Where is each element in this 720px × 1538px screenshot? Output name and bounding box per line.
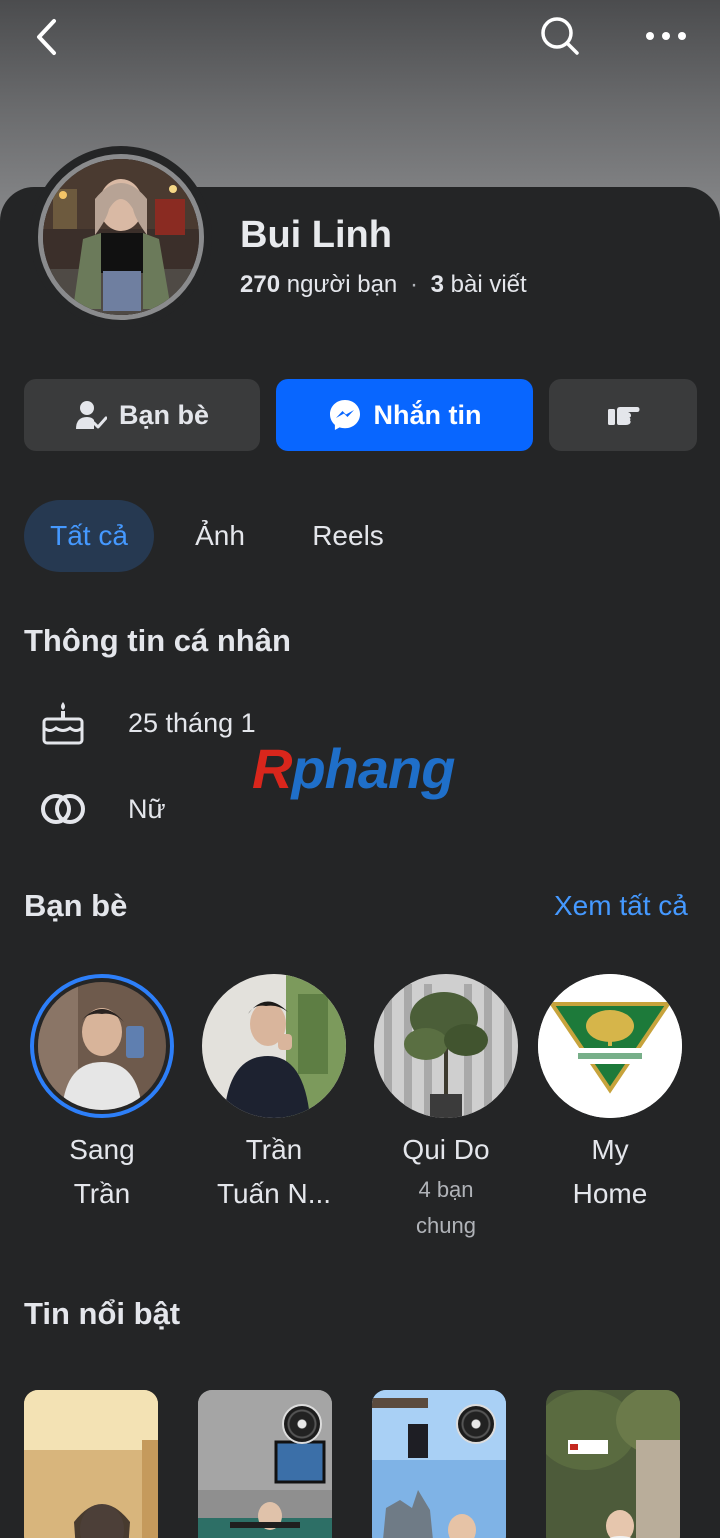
- profile-avatar[interactable]: [38, 154, 204, 320]
- about-section-title: Thông tin cá nhân: [24, 623, 291, 658]
- gender-rings-icon: [41, 794, 85, 824]
- highlights-section-title: Tin nổi bật: [24, 1296, 181, 1331]
- top-bar: [0, 0, 720, 72]
- friends-count-label: người bạn: [286, 271, 398, 298]
- highlight-story[interactable]: [198, 1390, 332, 1538]
- message-button[interactable]: Nhắn tin: [276, 379, 533, 451]
- messenger-icon: [329, 400, 360, 430]
- friend-name: Sang Trần: [22, 1128, 182, 1216]
- mutual-line2: chung: [416, 1213, 476, 1238]
- more-horizontal-icon: [646, 32, 686, 40]
- poke-hand-icon: [608, 407, 640, 425]
- friend-name-line1: Trần: [245, 1134, 303, 1165]
- friend-name: Trần Tuấn N...: [194, 1128, 354, 1216]
- tab-all[interactable]: Tất cả: [24, 500, 154, 572]
- friend-item[interactable]: Trần Tuấn N...: [194, 974, 354, 1216]
- friend-name: Qui Do: [366, 1128, 526, 1172]
- posts-count: 3: [430, 271, 444, 298]
- friend-avatar: [374, 974, 518, 1118]
- watermark-logo: Rphang: [252, 736, 455, 801]
- friend-name-line1: My: [591, 1134, 629, 1165]
- profile-page: Bui Linh 270 người bạn · 3 bài viết Bạn …: [0, 0, 720, 1538]
- friend-name-line1: Sang: [69, 1134, 135, 1165]
- friend-avatar: [202, 974, 346, 1118]
- watermark-rest: phang: [291, 737, 455, 800]
- friend-mutual-count: 4 bạn chung: [366, 1172, 526, 1244]
- friend-name-line2: Trần: [73, 1178, 131, 1209]
- message-label: Nhắn tin: [373, 399, 482, 430]
- back-button[interactable]: [22, 12, 72, 62]
- watermark-first-letter: R: [252, 737, 292, 800]
- friend-name-line2: Tuấn N...: [216, 1178, 332, 1209]
- friend-item[interactable]: My Home: [530, 974, 690, 1216]
- gender-text: Nữ: [128, 794, 166, 824]
- friends-status-label: Bạn bè: [118, 399, 210, 430]
- tab-reels[interactable]: Reels: [294, 500, 402, 572]
- highlight-thumbnail: [546, 1390, 680, 1538]
- tab-photos[interactable]: Ảnh: [174, 500, 266, 572]
- highlight-story[interactable]: [372, 1390, 506, 1538]
- my-home-logo: [538, 974, 682, 1118]
- more-options-button[interactable]: [638, 10, 694, 62]
- friend-name-line2: Home: [572, 1178, 648, 1209]
- avatar-photo: [43, 159, 199, 315]
- search-button[interactable]: [534, 10, 586, 62]
- search-icon: [541, 17, 579, 55]
- friend-name-line1: Qui Do: [402, 1134, 490, 1165]
- stats-separator: ·: [409, 271, 418, 298]
- friend-avatar: [538, 974, 682, 1118]
- friends-count: 270: [240, 271, 281, 298]
- profile-stats: 270 người bạn · 3 bài viết: [240, 271, 527, 299]
- highlight-story[interactable]: [24, 1390, 158, 1538]
- highlight-story[interactable]: [546, 1390, 680, 1538]
- profile-name: Bui Linh: [240, 214, 392, 256]
- friend-check-icon: [75, 401, 107, 429]
- friend-item[interactable]: Sang Trần: [22, 974, 182, 1216]
- mutual-line1: 4 bạn: [418, 1177, 474, 1202]
- friend-name: My Home: [530, 1128, 690, 1216]
- music-disc-icon: [456, 1404, 496, 1444]
- see-all-friends-link[interactable]: Xem tất cả: [554, 890, 688, 922]
- friends-section-title: Bạn bè: [24, 888, 128, 923]
- posts-count-label: bài viết: [450, 271, 527, 298]
- music-disc-icon: [282, 1404, 322, 1444]
- birthday-cake-icon: [42, 702, 84, 745]
- friend-avatar: [30, 974, 174, 1118]
- friend-item[interactable]: Qui Do 4 bạn chung: [366, 974, 526, 1244]
- chevron-left-icon: [37, 19, 56, 55]
- action-buttons: Bạn bè Nhắn tin: [24, 379, 697, 451]
- poke-button[interactable]: [549, 379, 697, 451]
- friends-status-button[interactable]: Bạn bè: [24, 379, 260, 451]
- highlight-thumbnail: [24, 1390, 158, 1538]
- birthday-text: 25 tháng 1: [128, 708, 256, 738]
- friend-photo: [38, 982, 166, 1110]
- friend-photo: [374, 974, 518, 1118]
- friend-photo: [202, 974, 346, 1118]
- avatar-ring: [30, 146, 212, 328]
